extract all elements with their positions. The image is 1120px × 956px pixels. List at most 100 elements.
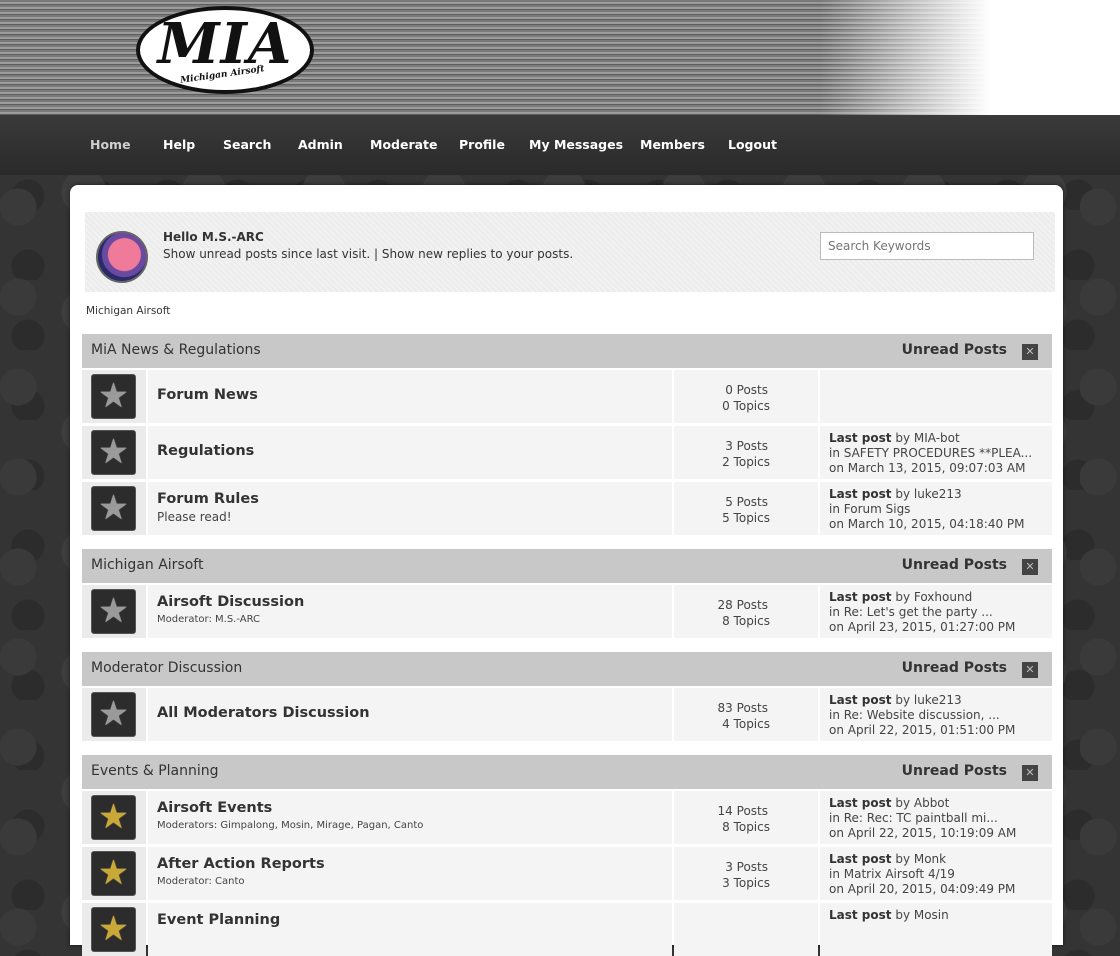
board-moderators: Moderator: Canto <box>157 876 245 887</box>
board-star-icon: ★ <box>91 795 136 840</box>
nav-search[interactable]: Search <box>223 137 271 152</box>
last-post-label: Last post <box>829 487 892 501</box>
nav-help[interactable]: Help <box>163 137 195 152</box>
category-title[interactable]: MiA News & Regulations <box>91 342 261 358</box>
board-title[interactable]: Forum News <box>157 387 258 403</box>
last-post-date: on March 10, 2015, 04:18:40 PM <box>829 517 1025 531</box>
post-count: 0 Posts <box>725 383 768 397</box>
board-title[interactable]: All Moderators Discussion <box>157 705 370 721</box>
board-title[interactable]: Regulations <box>157 443 254 459</box>
nav-my-messages[interactable]: My Messages <box>529 137 623 152</box>
unread-posts-button[interactable]: Unread Posts <box>902 342 1007 358</box>
breadcrumb[interactable]: Michigan Airsoft <box>86 305 170 317</box>
last-post-author[interactable]: by MIA-bot <box>892 431 959 445</box>
board-star-icon: ★ <box>91 907 136 952</box>
category-title[interactable]: Moderator Discussion <box>91 660 242 676</box>
board-row: ★ All Moderators Discussion 83 Posts 4 T… <box>82 688 1052 741</box>
last-post-author[interactable]: by luke213 <box>892 487 961 501</box>
last-post-author[interactable]: by Monk <box>892 852 946 866</box>
post-count: 14 Posts <box>717 804 768 818</box>
last-post-author[interactable]: by Mosin <box>892 908 948 922</box>
board-row: ★ Airsoft Discussion Moderator: M.S.-ARC… <box>82 585 1052 638</box>
greeting: Hello M.S.-ARC <box>163 230 264 244</box>
last-post-label: Last post <box>829 796 892 810</box>
unread-posts-button[interactable]: Unread Posts <box>902 660 1007 676</box>
last-post-cell: Last post by Foxhound in Re: Let's get t… <box>820 585 1052 638</box>
avatar[interactable] <box>96 231 148 283</box>
nav-members[interactable]: Members <box>640 137 705 152</box>
nav-logout[interactable]: Logout <box>728 137 777 152</box>
last-post-subject[interactable]: in Re: Rec: TC paintball mi... <box>829 811 1044 825</box>
post-count: 83 Posts <box>717 701 768 715</box>
new-replies-link[interactable]: Show new replies to your posts. <box>382 247 573 261</box>
board-row: ★ Event Planning Last post by Mosin <box>82 903 1052 956</box>
last-post-date: on April 23, 2015, 01:27:00 PM <box>829 620 1016 634</box>
main-nav: Home Help Search Admin Moderate Profile … <box>0 115 1120 175</box>
board-title[interactable]: Forum Rules <box>157 491 259 507</box>
unread-posts-button[interactable]: Unread Posts <box>902 557 1007 573</box>
post-count: 5 Posts <box>725 495 768 509</box>
unread-posts-link[interactable]: Show unread posts since last visit. <box>163 247 370 261</box>
last-post-date: on April 22, 2015, 10:19:09 AM <box>829 826 1017 840</box>
board-row: ★ Airsoft Events Moderators: Gimpalong, … <box>82 791 1052 844</box>
topic-count: 8 Topics <box>722 614 770 628</box>
forum-panel: Hello M.S.-ARC Show unread posts since l… <box>70 185 1063 956</box>
collapse-icon[interactable]: ✕ <box>1022 765 1038 781</box>
board-description: Please read! <box>157 510 232 524</box>
category-header: MiA News & Regulations Unread Posts ✕ <box>82 334 1052 368</box>
last-post-cell: Last post by luke213 in Forum Sigs on Ma… <box>820 482 1052 535</box>
last-post-subject[interactable]: in Re: Let's get the party ... <box>829 605 1044 619</box>
board-row: ★ Regulations 3 Posts 2 Topics Last post… <box>82 426 1052 479</box>
search-input[interactable] <box>820 232 1034 260</box>
topic-count: 4 Topics <box>722 717 770 731</box>
topic-count: 5 Topics <box>722 511 770 525</box>
post-count: 3 Posts <box>725 860 768 874</box>
nav-moderate[interactable]: Moderate <box>370 137 438 152</box>
collapse-icon[interactable]: ✕ <box>1022 559 1038 575</box>
user-links: Show unread posts since last visit. | Sh… <box>163 247 573 261</box>
board-star-icon: ★ <box>91 486 136 531</box>
board-star-icon: ★ <box>91 374 136 419</box>
last-post-subject[interactable]: in Forum Sigs <box>829 502 1044 516</box>
site-logo[interactable]: MIA Michigan Airsoft <box>136 6 314 94</box>
last-post-cell: Last post by Monk in Matrix Airsoft 4/19… <box>820 847 1052 900</box>
last-post-label: Last post <box>829 431 892 445</box>
collapse-icon[interactable]: ✕ <box>1022 344 1038 360</box>
category-title[interactable]: Michigan Airsoft <box>91 557 203 573</box>
last-post-author[interactable]: by Abbot <box>892 796 949 810</box>
nav-home[interactable]: Home <box>90 137 131 152</box>
last-post-label: Last post <box>829 908 892 922</box>
board-title[interactable]: Airsoft Discussion <box>157 594 304 610</box>
last-post-cell <box>820 370 1052 423</box>
nav-profile[interactable]: Profile <box>459 137 505 152</box>
board-star-icon: ★ <box>91 430 136 475</box>
topic-count: 3 Topics <box>722 876 770 890</box>
board-star-icon: ★ <box>91 589 136 634</box>
last-post-label: Last post <box>829 693 892 707</box>
last-post-author[interactable]: by luke213 <box>892 693 961 707</box>
topic-count: 0 Topics <box>722 399 770 413</box>
board-row: ★ Forum News 0 Posts 0 Topics <box>82 370 1052 423</box>
last-post-cell: Last post by luke213 in Re: Website disc… <box>820 688 1052 741</box>
category-title[interactable]: Events & Planning <box>91 763 219 779</box>
last-post-author[interactable]: by Foxhound <box>892 590 972 604</box>
last-post-cell: Last post by Abbot in Re: Rec: TC paintb… <box>820 791 1052 844</box>
last-post-subject[interactable]: in Re: Website discussion, ... <box>829 708 1044 722</box>
last-post-subject[interactable]: in Matrix Airsoft 4/19 <box>829 867 1044 881</box>
collapse-icon[interactable]: ✕ <box>1022 662 1038 678</box>
nav-admin[interactable]: Admin <box>298 137 343 152</box>
link-separator: | <box>370 247 382 261</box>
topic-count: 2 Topics <box>722 455 770 469</box>
category-header: Moderator Discussion Unread Posts ✕ <box>82 652 1052 686</box>
board-title[interactable]: Event Planning <box>157 912 280 928</box>
board-row: ★ After Action Reports Moderator: Canto … <box>82 847 1052 900</box>
user-info-box: Hello M.S.-ARC Show unread posts since l… <box>85 212 1055 292</box>
post-count: 28 Posts <box>717 598 768 612</box>
unread-posts-button[interactable]: Unread Posts <box>902 763 1007 779</box>
board-title[interactable]: After Action Reports <box>157 856 325 872</box>
last-post-cell: Last post by Mosin <box>820 903 1052 956</box>
last-post-subject[interactable]: in SAFETY PROCEDURES **PLEA... <box>829 446 1044 460</box>
last-post-date: on April 22, 2015, 01:51:00 PM <box>829 723 1016 737</box>
board-title[interactable]: Airsoft Events <box>157 800 272 816</box>
last-post-date: on March 13, 2015, 09:07:03 AM <box>829 461 1026 475</box>
